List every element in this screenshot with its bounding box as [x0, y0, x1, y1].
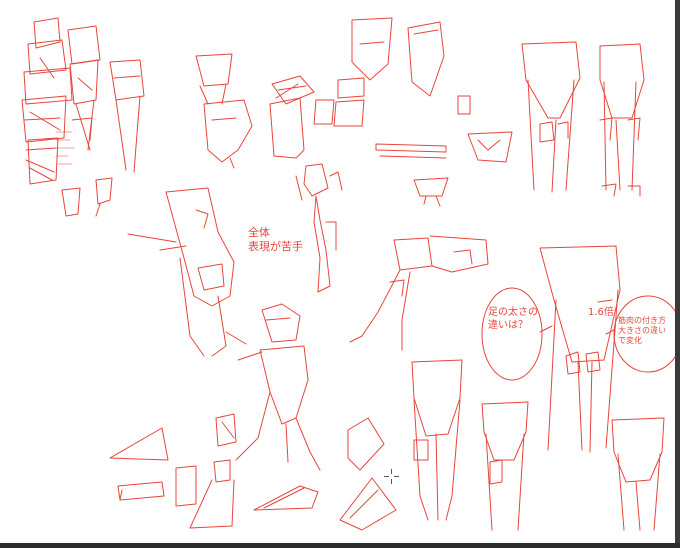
- sketch-layer: [21, 17, 675, 531]
- crosshair-cursor-icon: [384, 469, 399, 484]
- canvas-right-edge: [675, 0, 680, 543]
- drawing-canvas-frame: 全体 表現が苦手 足の太さの 違いは？ 1.6倍 筋肉の付き方 大きさの違い で…: [0, 0, 680, 548]
- thigh-note-bubble: [481, 287, 543, 381]
- walking-figure: [215, 303, 321, 471]
- legs-bottom-right: [611, 417, 665, 531]
- legs-large-study: [539, 245, 621, 453]
- chest-sketch: [375, 131, 513, 207]
- legs-front-study: [521, 41, 645, 197]
- canvas-bottom-scrollbar[interactable]: [0, 543, 680, 548]
- torso-study-group: [21, 17, 145, 217]
- figure-ponytail: [295, 163, 343, 293]
- torso-note-block: [55, 131, 75, 165]
- legs-lower-study: [411, 359, 529, 531]
- muscle-note-bubble: [613, 295, 675, 373]
- perspective-boxes: [109, 417, 397, 531]
- bent-leg-study: [349, 235, 489, 351]
- pelvis-large-study: [127, 187, 235, 357]
